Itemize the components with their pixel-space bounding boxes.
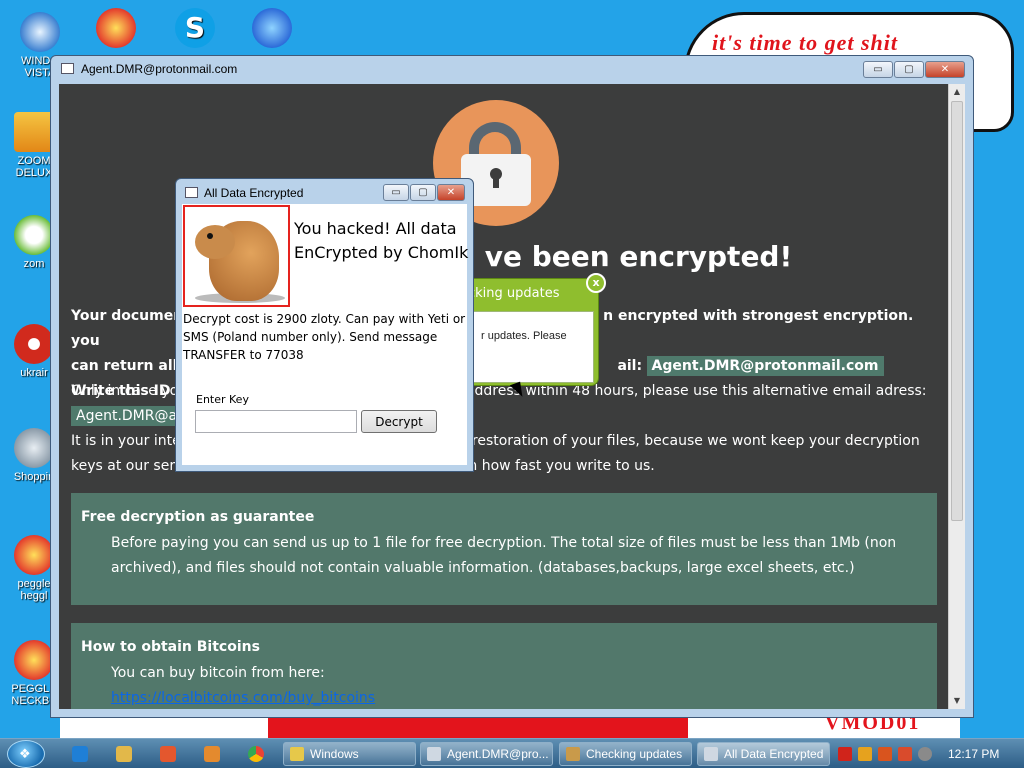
network-tray-icon[interactable] [878, 747, 892, 761]
popup-body: r updates. Please [468, 311, 594, 383]
popup-message: r updates. Please [481, 330, 567, 342]
ransom-cost-text: Decrypt cost is 2900 zloty. Can pay with… [183, 312, 466, 362]
paint-text: it's time to get shit [712, 30, 899, 55]
maximize-button[interactable]: ▢ [894, 61, 924, 78]
chrome-icon[interactable] [248, 746, 264, 762]
windows-logo-icon: ❖ [19, 747, 31, 762]
bitcoin-panel: How to obtain Bitcoins You can buy bitco… [71, 623, 937, 709]
desktop-icon-peggle[interactable] [84, 8, 148, 51]
alt-contact-email[interactable]: Agent.DMR@ac [71, 406, 190, 426]
guarantee-text: Before paying you can send us up to 1 fi… [111, 535, 897, 576]
minimize-button[interactable]: ▭ [863, 61, 893, 78]
scroll-up-arrow-icon[interactable]: ▲ [949, 84, 965, 100]
zoom-deluxe-icon [14, 112, 54, 152]
dialog-body: You hacked! All data EnCrypted by ChomIk… [182, 204, 469, 465]
window-app-icon [61, 63, 74, 74]
taskbar-button-agent-dmr[interactable]: Agent.DMR@pro... [420, 742, 553, 766]
close-button[interactable]: ✕ [925, 61, 965, 78]
window-icon [427, 747, 441, 761]
scroll-thumb[interactable] [951, 101, 963, 521]
window-icon [704, 747, 718, 761]
dialog-app-icon [185, 187, 198, 198]
media-player-icon[interactable] [160, 746, 176, 762]
desktop-icon-globe[interactable] [240, 8, 304, 51]
skype-icon: S [175, 8, 215, 48]
radiation-icon [14, 324, 54, 364]
flash-icon [14, 428, 54, 468]
volume-tray-icon[interactable] [918, 747, 932, 761]
windows-vista-icon [20, 12, 60, 52]
window-icon [290, 747, 304, 761]
flower-icon [14, 215, 54, 255]
window-controls: ▭ ▢ ✕ [863, 61, 965, 78]
app-tray-icon[interactable] [898, 747, 912, 761]
bitcoin-title: How to obtain Bitcoins [81, 639, 260, 655]
taskbar-button-checking-updates[interactable]: Checking updates [559, 742, 692, 766]
dialog-close-button[interactable]: ✕ [437, 184, 465, 201]
taskbar: ❖ Windows Agent.DMR@pro... Checking upda… [0, 738, 1024, 768]
hacked-message: You hacked! All data EnCrypted by ChomIk [294, 219, 469, 262]
paint-icon[interactable] [204, 746, 220, 762]
start-button[interactable]: ❖ [7, 740, 45, 768]
dialog-title: All Data Encrypted [204, 186, 304, 200]
globe-icon [252, 8, 292, 48]
decrypt-button[interactable]: Decrypt [361, 410, 437, 433]
popup-title: cking updates [468, 286, 560, 301]
taskbar-clock[interactable]: 12:17 PM [948, 747, 999, 761]
guarantee-title: Free decryption as guarantee [81, 509, 315, 525]
guarantee-panel: Free decryption as guarantee Before payi… [71, 493, 937, 605]
internet-explorer-icon[interactable] [72, 746, 88, 762]
taskbar-button-all-data-encrypted[interactable]: All Data Encrypted [697, 742, 830, 766]
folder-icon[interactable] [116, 746, 132, 762]
search-tray-icon[interactable] [858, 747, 872, 761]
hamster-icon [566, 747, 580, 761]
system-tray [838, 742, 932, 766]
bitcoin-text: You can buy bitcoin from here: [111, 665, 325, 681]
peggle-icon [14, 640, 54, 680]
antivirus-tray-icon[interactable] [838, 747, 852, 761]
keyhole-slot [493, 176, 499, 188]
desktop-icon-skype[interactable]: S [163, 8, 227, 51]
key-label: Enter Key [196, 393, 249, 406]
dialog-controls: ▭ ▢ ✕ [383, 184, 465, 201]
bitcoin-link[interactable]: https://localbitcoins.com/buy_bitcoins [111, 690, 375, 706]
dialog-maximize-button[interactable]: ▢ [410, 184, 436, 201]
vertical-scrollbar[interactable]: ▲ ▼ [948, 84, 965, 709]
encrypted-dialog: All Data Encrypted ▭ ▢ ✕ You hacked! All… [175, 178, 474, 472]
peggle-icon [96, 8, 136, 48]
popup-close-button[interactable]: x [586, 273, 606, 293]
dialog-minimize-button[interactable]: ▭ [383, 184, 409, 201]
hamster-image [183, 205, 290, 307]
scroll-down-arrow-icon[interactable]: ▼ [949, 693, 965, 709]
contact-email[interactable]: Agent.DMR@protonmail.com [646, 356, 884, 376]
key-input[interactable] [195, 410, 357, 433]
window-titlebar[interactable]: Agent.DMR@protonmail.com ▭ ▢ ✕ [51, 56, 973, 84]
peggle-icon [14, 535, 54, 575]
taskbar-button-windows[interactable]: Windows [283, 742, 416, 766]
checking-updates-popup: cking updates x r updates. Please [467, 273, 606, 386]
window-title: Agent.DMR@protonmail.com [81, 62, 238, 76]
